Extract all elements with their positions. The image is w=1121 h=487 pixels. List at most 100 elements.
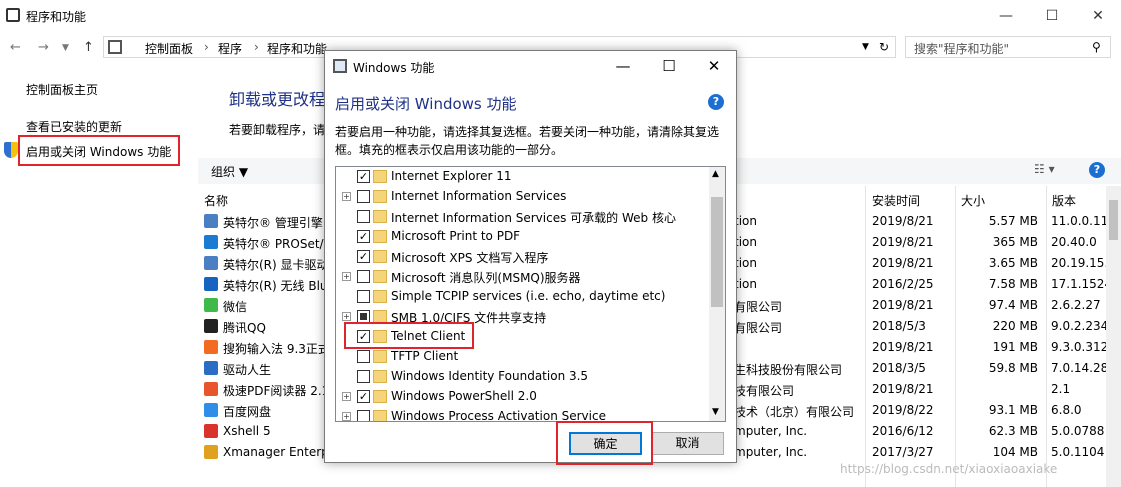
- organize-menu[interactable]: 组织 ▼: [211, 163, 248, 180]
- feature-item[interactable]: Simple TCPIP services (i.e. echo, daytim…: [336, 287, 709, 307]
- folder-icon: [373, 410, 387, 421]
- feature-checkbox[interactable]: [357, 370, 370, 383]
- feature-checkbox[interactable]: ✓: [357, 250, 370, 263]
- feature-item[interactable]: ✓ Microsoft Print to PDF: [336, 227, 709, 247]
- list-scrollbar[interactable]: [1106, 186, 1121, 487]
- program-version: 17.1.1524: [1051, 277, 1113, 291]
- control-panel-icon: [6, 8, 20, 22]
- program-publisher: tion: [734, 235, 757, 249]
- program-version: 9.0.2.234: [1051, 319, 1109, 333]
- feature-item[interactable]: Windows Identity Foundation 3.5: [336, 367, 709, 387]
- program-icon: [204, 403, 218, 417]
- feature-item[interactable]: + Microsoft 消息队列(MSMQ)服务器: [336, 267, 709, 287]
- program-size: 5.57 MB: [988, 214, 1038, 228]
- up-arrow-icon[interactable]: ↑: [83, 40, 94, 55]
- program-size: 220 MB: [992, 319, 1038, 333]
- features-list: ✓ Internet Explorer 11 + Internet Informati…: [335, 166, 726, 422]
- expand-icon[interactable]: +: [342, 312, 351, 321]
- program-date: 2017/3/27: [872, 445, 934, 459]
- feature-label: Internet Information Services 可承载的 Web 核…: [391, 211, 676, 225]
- feature-item[interactable]: ✓ Microsoft XPS 文档写入程序: [336, 247, 709, 267]
- program-icon: [204, 319, 218, 333]
- feature-checkbox[interactable]: [357, 210, 370, 223]
- column-size[interactable]: 大小: [961, 192, 985, 209]
- feature-label: Microsoft 消息队列(MSMQ)服务器: [391, 271, 581, 285]
- program-publisher: 技术（北京）有限公司: [734, 405, 855, 419]
- feature-item[interactable]: TFTP Client: [336, 347, 709, 367]
- dialog-close-button[interactable]: ✕: [691, 51, 737, 81]
- program-icon: [204, 445, 218, 459]
- program-version: 20.19.15.: [1051, 256, 1109, 270]
- scroll-up-icon[interactable]: ▲: [712, 169, 719, 179]
- column-version[interactable]: 版本: [1052, 192, 1076, 209]
- feature-checkbox[interactable]: ✓: [357, 230, 370, 243]
- program-icon: [204, 214, 218, 228]
- feature-item[interactable]: + Internet Information Services: [336, 187, 709, 207]
- program-name: 英特尔(R) 无线 Blu: [223, 279, 328, 293]
- page-title: 卸载或更改程: [229, 90, 326, 109]
- folder-icon: [108, 40, 122, 54]
- programs-and-features-window: 程序和功能 — ☐ ✕ ← → ▼ ↑ 控制面板 › 程序 › 程序和功能 ▼ …: [0, 0, 1121, 487]
- feature-checkbox[interactable]: ✓: [357, 390, 370, 403]
- folder-icon: [373, 350, 387, 363]
- feature-checkbox[interactable]: [357, 350, 370, 363]
- scroll-down-icon[interactable]: ▼: [712, 407, 719, 417]
- scroll-thumb[interactable]: [1109, 200, 1118, 240]
- feature-checkbox[interactable]: [357, 270, 370, 283]
- minimize-button[interactable]: —: [983, 0, 1029, 32]
- feature-checkbox[interactable]: ✓: [357, 170, 370, 183]
- dialog-maximize-button[interactable]: ☐: [646, 51, 692, 81]
- program-version: 9.3.0.312: [1051, 340, 1109, 354]
- maximize-button[interactable]: ☐: [1029, 0, 1075, 32]
- shield-icon: [4, 142, 18, 158]
- column-name[interactable]: 名称: [204, 192, 228, 209]
- recent-dropdown-icon[interactable]: ▼: [62, 43, 69, 53]
- expand-icon[interactable]: +: [342, 192, 351, 201]
- dialog-minimize-button[interactable]: —: [600, 51, 646, 81]
- search-input[interactable]: 搜索"程序和功能" ⚲: [905, 36, 1111, 58]
- feature-item[interactable]: + Windows Process Activation Service: [336, 407, 709, 421]
- back-arrow-icon[interactable]: ←: [10, 40, 21, 55]
- program-icon: [204, 424, 218, 438]
- feature-checkbox[interactable]: [357, 190, 370, 203]
- feature-checkbox[interactable]: [357, 290, 370, 303]
- program-date: 2018/3/5: [872, 361, 926, 375]
- program-publisher: 技有限公司: [734, 384, 795, 398]
- forward-arrow-icon[interactable]: →: [38, 40, 49, 55]
- breadcrumb-programs-features[interactable]: 程序和功能: [267, 40, 327, 57]
- program-name: 微信: [223, 300, 248, 314]
- program-size: 93.1 MB: [988, 403, 1038, 417]
- close-button[interactable]: ✕: [1075, 0, 1121, 32]
- watermark: https://blog.csdn.net/xiaoxiaoaxiake: [840, 462, 1058, 476]
- expand-icon[interactable]: +: [342, 392, 351, 401]
- view-installed-updates-link[interactable]: 查看已安装的更新: [26, 118, 122, 135]
- refresh-icon[interactable]: ↻: [879, 40, 889, 54]
- feature-checkbox[interactable]: [357, 410, 370, 421]
- address-dropdown-icon[interactable]: ▼: [862, 42, 869, 52]
- dialog-description: 若要启用一种功能，请选择其复选框。若要关闭一种功能，请清除其复选框。填充的框表示…: [335, 125, 720, 157]
- help-icon[interactable]: ?: [1089, 162, 1105, 178]
- control-panel-home-link[interactable]: 控制面板主页: [26, 81, 98, 98]
- view-options-icon[interactable]: ☷ ▾: [1034, 162, 1055, 176]
- program-icon: [204, 382, 218, 396]
- expand-icon[interactable]: +: [342, 412, 351, 421]
- feature-item[interactable]: Internet Information Services 可承载的 Web 核…: [336, 207, 709, 227]
- dialog-help-icon[interactable]: ?: [708, 94, 724, 110]
- folder-icon: [373, 190, 387, 203]
- program-version: 7.0.14.28: [1051, 361, 1109, 375]
- breadcrumb-control-panel[interactable]: 控制面板: [145, 40, 193, 57]
- program-version: 5.0.1104: [1051, 445, 1105, 459]
- feature-item[interactable]: + ✓ Windows PowerShell 2.0: [336, 387, 709, 407]
- features-scroll-thumb[interactable]: [711, 197, 723, 307]
- features-scrollbar[interactable]: ▲ ▼: [709, 167, 725, 421]
- highlight-box: [18, 135, 180, 166]
- expand-icon[interactable]: +: [342, 272, 351, 281]
- title-bar: 程序和功能 — ☐ ✕: [0, 0, 1121, 32]
- search-icon[interactable]: ⚲: [1092, 40, 1101, 54]
- breadcrumb-programs[interactable]: 程序: [218, 40, 242, 57]
- feature-item[interactable]: ✓ Internet Explorer 11: [336, 167, 709, 187]
- cancel-button[interactable]: 取消: [651, 432, 724, 455]
- column-date[interactable]: 安装时间: [872, 192, 920, 209]
- program-version: 6.8.0: [1051, 403, 1082, 417]
- program-name: 极速PDF阅读器 2.1: [223, 384, 330, 398]
